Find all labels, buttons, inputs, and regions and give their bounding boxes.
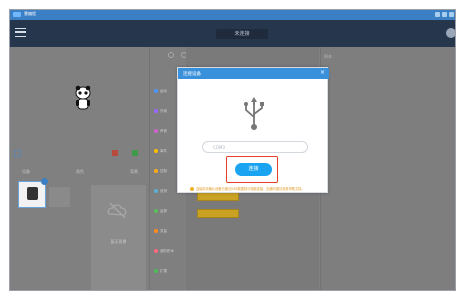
tab-sprites[interactable]: 角色 <box>76 169 84 178</box>
code-block[interactable] <box>197 209 239 218</box>
app-window: 慧编程 未连接 设备 角色 背景 暂无背景 运动 外观 声音 事件 控制 侦测 … <box>9 9 456 291</box>
sprite-toolbar <box>14 146 146 166</box>
window-controls <box>435 12 454 17</box>
category-dot <box>154 169 158 173</box>
selected-badge <box>41 178 48 185</box>
code-block[interactable] <box>197 192 239 201</box>
category-dot <box>154 149 158 153</box>
category-label: 运算 <box>160 209 167 213</box>
category-dot <box>154 269 158 273</box>
category-variables[interactable]: 变量 <box>154 229 185 238</box>
category-label: 声音 <box>160 129 167 133</box>
category-dot <box>154 189 158 193</box>
notice-text: 连接前请确认设备已通过USB数据线与电脑连接，如遇问题请查看帮助文档。 <box>196 187 305 191</box>
panda-mascot-icon <box>75 85 91 110</box>
category-label: 变量 <box>160 229 167 233</box>
category-dot <box>154 129 158 133</box>
category-label: 外观 <box>160 109 167 113</box>
sprite-slot[interactable] <box>49 187 70 207</box>
close-icon[interactable]: × <box>320 70 325 76</box>
tab-backgrounds[interactable]: 背景 <box>130 169 138 178</box>
maximize-icon[interactable] <box>442 12 447 17</box>
no-background-icon <box>107 202 127 219</box>
warning-icon <box>190 187 194 191</box>
hamburger-menu-icon[interactable] <box>15 28 26 37</box>
tab-devices[interactable]: 设备 <box>22 169 30 178</box>
close-icon[interactable] <box>449 12 454 17</box>
app-logo-icon <box>13 12 21 17</box>
category-label: 扩展 <box>160 269 167 273</box>
stage-panel: 设备 角色 背景 暂无背景 连接 <box>10 47 150 290</box>
toolbar: 未连接 <box>10 20 455 47</box>
right-panel <box>320 47 455 290</box>
minimize-icon[interactable] <box>435 12 440 17</box>
device-thumbnail <box>27 187 38 200</box>
connect-button[interactable]: 连接 <box>235 163 272 176</box>
category-label: 控制 <box>160 169 167 173</box>
avatar-icon[interactable] <box>446 28 455 38</box>
category-label: 我的积木 <box>160 249 174 253</box>
panel-tabs: 设备 角色 背景 <box>14 169 146 178</box>
fullscreen-icon[interactable] <box>14 150 21 157</box>
category-dot <box>154 209 158 213</box>
dialog-notice: 连接前请确认设备已通过USB数据线与电脑连接，如遇问题请查看帮助文档。 <box>190 186 326 191</box>
stop-icon[interactable] <box>112 150 118 156</box>
category-label: 运动 <box>160 89 167 93</box>
category-label: 事件 <box>160 149 167 153</box>
connection-status[interactable]: 未连接 <box>216 29 268 39</box>
workspace-toolbar <box>168 52 187 58</box>
category-my-blocks[interactable]: 我的积木 <box>154 249 185 258</box>
category-dot <box>154 89 158 93</box>
right-panel-title: 积木 <box>324 54 332 59</box>
usb-icon <box>244 97 264 130</box>
category-dot <box>154 229 158 233</box>
background-card: 暂无背景 <box>91 185 146 290</box>
dialog-header: 连接设备 × <box>178 68 329 79</box>
app-name: 慧编程 <box>24 11 36 16</box>
device-select-field[interactable]: COM3 <box>202 141 308 153</box>
dialog-title: 连接设备 <box>183 72 201 77</box>
category-dot <box>154 109 158 113</box>
run-flag-icon[interactable] <box>132 150 138 156</box>
titlebar: 慧编程 <box>10 10 455 20</box>
background-placeholder: 暂无背景 <box>110 239 127 244</box>
sprite-card[interactable] <box>18 178 48 208</box>
category-operators[interactable]: 运算 <box>154 209 185 218</box>
category-dot <box>154 249 158 253</box>
undo-icon[interactable] <box>168 52 174 58</box>
category-label: 侦测 <box>160 189 167 193</box>
connect-device-dialog: 连接设备 × COM3 连接 连接前请确认设备已通过USB数据线与电脑连接，如遇… <box>177 67 329 193</box>
category-extensions[interactable]: 扩展 <box>154 269 185 278</box>
